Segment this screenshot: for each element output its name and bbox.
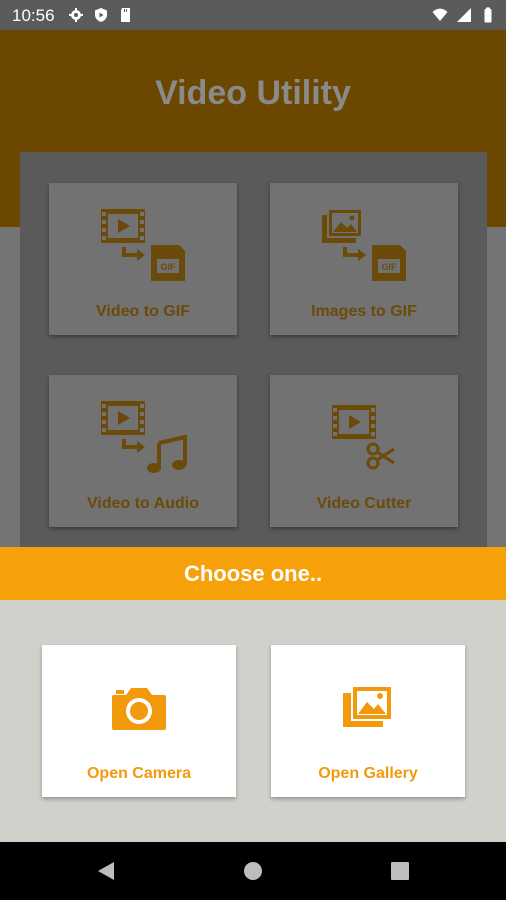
signal-icon — [457, 8, 471, 22]
status-icons-left — [68, 7, 134, 23]
battery-icon — [484, 7, 492, 23]
tools-panel: GIF Video to GIF GIF Images to GIF Video… — [20, 152, 487, 552]
tile-video-cutter[interactable]: Video Cutter — [270, 375, 458, 527]
gallery-icon — [343, 685, 393, 727]
option-label: Open Gallery — [318, 765, 418, 782]
shield-play-icon — [95, 8, 107, 22]
home-icon[interactable] — [243, 861, 263, 881]
sd-card-icon — [121, 8, 130, 22]
wifi-icon — [432, 8, 448, 21]
dialog-header: Choose one.. — [0, 547, 506, 600]
dialog-title: Choose one.. — [183, 561, 323, 586]
video-to-gif-icon: GIF — [101, 209, 185, 281]
status-icons-right — [432, 7, 496, 23]
video-cutter-icon — [332, 405, 395, 470]
svg-text:GIF: GIF — [382, 262, 398, 272]
settings-icon — [69, 8, 83, 22]
tile-label: Video to GIF — [96, 303, 190, 320]
images-to-gif-icon: GIF — [322, 208, 406, 281]
tile-images-to-gif[interactable]: GIF Images to GIF — [270, 183, 458, 335]
tile-label: Video Cutter — [316, 495, 412, 512]
camera-icon — [112, 688, 166, 730]
status-bar: 10:56 — [0, 0, 506, 30]
svg-text:GIF: GIF — [161, 262, 177, 272]
navigation-bar — [0, 842, 506, 900]
tile-video-to-audio[interactable]: Video to Audio — [49, 375, 237, 527]
tile-label: Video to Audio — [87, 495, 199, 512]
option-label: Open Camera — [86, 765, 192, 782]
recents-icon[interactable] — [390, 861, 410, 881]
tile-label: Images to GIF — [311, 303, 417, 320]
back-icon[interactable] — [96, 861, 116, 881]
tile-video-to-gif[interactable]: GIF Video to GIF — [49, 183, 237, 335]
open-camera-button[interactable]: Open Camera — [42, 645, 236, 797]
video-to-audio-icon — [101, 401, 187, 473]
open-gallery-button[interactable]: Open Gallery — [271, 645, 465, 797]
app-title: Video Utility — [155, 74, 351, 112]
status-time: 10:56 — [12, 6, 55, 25]
